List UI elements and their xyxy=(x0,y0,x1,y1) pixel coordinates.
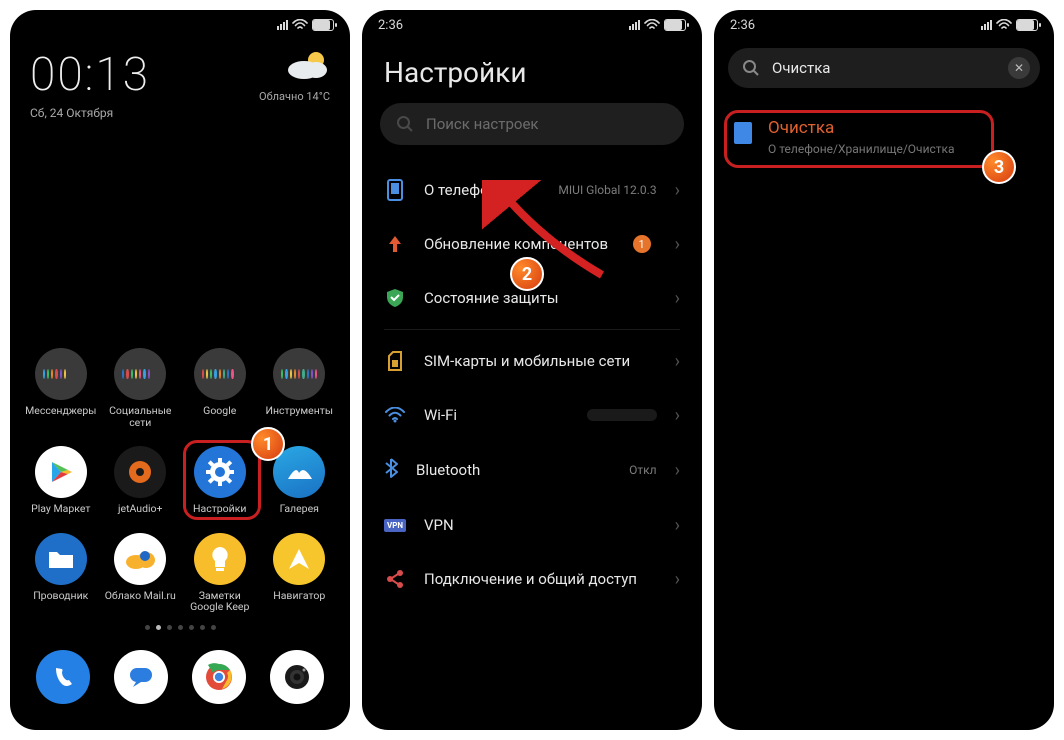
settings-search-input-bar: ✕ xyxy=(728,48,1040,88)
app-label: Заметки Google Keep xyxy=(183,590,257,613)
annotation-step-2: 2 xyxy=(510,257,544,291)
dock-messages[interactable] xyxy=(114,650,168,704)
app-grid: Мессенджеры Социальные сети Google Инстр… xyxy=(10,338,350,613)
folder-social[interactable]: Социальные сети xyxy=(104,348,178,428)
app-settings[interactable]: Настройки xyxy=(183,446,257,515)
app-label: Облако Mail.ru xyxy=(105,590,176,602)
settings-list: О телефоне MIUI Global 12.0.3 › Обновлен… xyxy=(362,163,702,606)
clear-search-button[interactable]: ✕ xyxy=(1008,57,1030,79)
app-keep[interactable]: Заметки Google Keep xyxy=(183,533,257,613)
signal-icon xyxy=(981,20,992,30)
chevron-right-icon: › xyxy=(675,405,680,426)
share-icon xyxy=(384,568,406,590)
phone-search-results: 2:36 ✕ Очистка О телефоне/Хранилище/Очис… xyxy=(714,10,1054,730)
chevron-right-icon: › xyxy=(675,460,680,481)
settings-row-about[interactable]: О телефоне MIUI Global 12.0.3 › xyxy=(362,163,702,217)
chevron-right-icon: › xyxy=(675,180,680,201)
wifi-settings-icon xyxy=(384,404,406,426)
clock-time: 00:13 xyxy=(30,48,150,102)
app-play-market[interactable]: Play Маркет xyxy=(24,446,98,515)
clock-date: Сб, 24 Октября xyxy=(30,106,150,120)
wifi-icon xyxy=(996,19,1012,31)
settings-row-vpn[interactable]: VPN VPN › xyxy=(362,498,702,552)
settings-row-sim[interactable]: SIM-карты и мобильные сети › xyxy=(362,334,702,388)
result-title: Очистка xyxy=(768,118,955,138)
folder-messengers[interactable]: Мессенджеры xyxy=(24,348,98,428)
signal-icon xyxy=(629,20,640,30)
settings-row-wifi[interactable]: Wi-Fi › xyxy=(362,388,702,442)
chevron-right-icon: › xyxy=(675,351,680,372)
search-icon xyxy=(396,115,414,133)
dock-camera[interactable] xyxy=(270,650,324,704)
weather-cloud-icon xyxy=(286,48,330,82)
status-bar: 2:36 xyxy=(714,10,1054,40)
battery-icon xyxy=(664,19,686,31)
gear-icon xyxy=(205,457,235,487)
clock-widget: 00:13 Сб, 24 Октября Облачно 14°C xyxy=(10,40,350,120)
wifi-icon xyxy=(292,19,308,31)
status-bar: 2:36 xyxy=(362,10,702,40)
app-jetaudio[interactable]: jetAudio+ xyxy=(104,446,178,515)
storage-icon xyxy=(734,122,752,144)
sim-icon xyxy=(384,350,406,372)
settings-row-sharing[interactable]: Подключение и общий доступ › xyxy=(362,552,702,606)
settings-search[interactable]: Поиск настроек xyxy=(380,103,684,145)
folder-tools[interactable]: Инструменты xyxy=(263,348,337,428)
battery-icon xyxy=(312,19,334,31)
annotation-step-3: 3 xyxy=(982,150,1016,184)
app-label: Google xyxy=(203,405,236,417)
update-badge: 1 xyxy=(633,235,651,253)
app-label: Проводник xyxy=(33,590,88,602)
weather-widget[interactable]: Облачно 14°C xyxy=(259,48,330,103)
app-label: Галерея xyxy=(280,503,319,515)
app-label: Play Маркет xyxy=(31,503,90,515)
search-icon xyxy=(742,59,760,77)
status-time: 2:36 xyxy=(378,18,403,33)
page-indicator xyxy=(10,613,350,642)
dock xyxy=(10,642,350,730)
dock-chrome[interactable] xyxy=(192,650,246,704)
app-label: Инструменты xyxy=(265,405,333,417)
app-label: jetAudio+ xyxy=(118,503,163,515)
app-label: Социальные сети xyxy=(104,405,178,428)
status-bar xyxy=(10,10,350,40)
chevron-right-icon: › xyxy=(675,569,680,590)
chevron-right-icon: › xyxy=(675,234,680,255)
phone-settings: 2:36 Настройки Поиск настроек О телефоне… xyxy=(362,10,702,730)
page-title: Настройки xyxy=(362,40,702,103)
signal-icon xyxy=(277,20,288,30)
app-label: Настройки xyxy=(193,503,246,515)
wifi-icon xyxy=(644,19,660,31)
vpn-icon: VPN xyxy=(384,514,406,536)
about-phone-icon xyxy=(384,179,406,201)
update-icon xyxy=(384,233,406,255)
app-cloud-mailru[interactable]: Облако Mail.ru xyxy=(104,533,178,613)
wifi-value-redacted xyxy=(587,409,657,421)
app-navigator[interactable]: Навигатор xyxy=(263,533,337,613)
chevron-right-icon: › xyxy=(675,515,680,536)
app-label: Навигатор xyxy=(273,590,325,602)
app-files[interactable]: Проводник xyxy=(24,533,98,613)
chevron-right-icon: › xyxy=(675,288,680,309)
folder-google[interactable]: Google xyxy=(183,348,257,428)
result-path: О телефоне/Хранилище/Очистка xyxy=(768,142,955,156)
phone-homescreen: 00:13 Сб, 24 Октября Облачно 14°C Мессен… xyxy=(10,10,350,730)
annotation-step-1: 1 xyxy=(251,427,285,461)
battery-icon xyxy=(1016,19,1038,31)
status-time: 2:36 xyxy=(730,18,755,33)
weather-text: Облачно 14°C xyxy=(259,90,330,103)
app-label: Мессенджеры xyxy=(25,405,96,417)
shield-icon xyxy=(384,287,406,309)
search-input[interactable] xyxy=(772,59,996,77)
settings-row-bluetooth[interactable]: Bluetooth Откл › xyxy=(362,442,702,498)
dock-phone[interactable] xyxy=(36,650,90,704)
search-placeholder: Поиск настроек xyxy=(426,115,539,133)
bluetooth-icon xyxy=(384,458,398,482)
